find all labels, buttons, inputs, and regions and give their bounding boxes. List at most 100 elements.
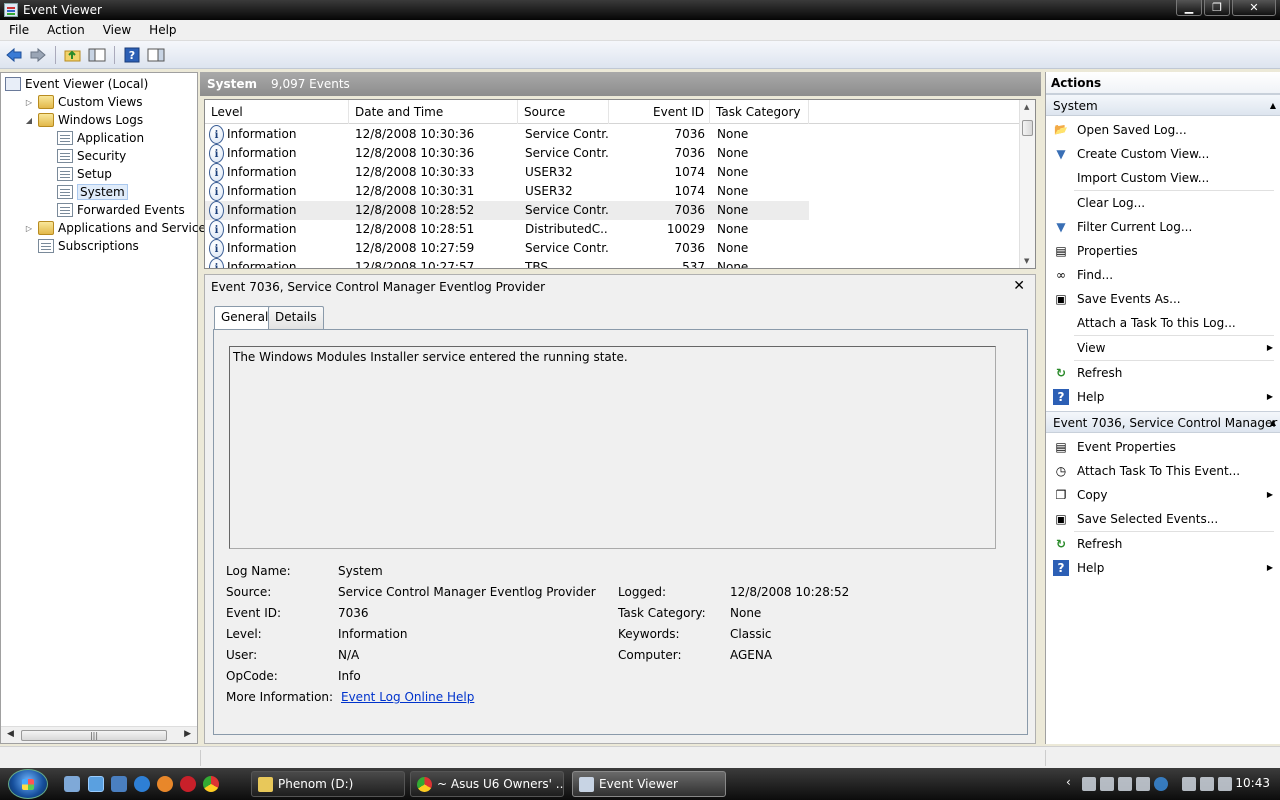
tree-item-system[interactable]: System <box>43 183 128 201</box>
action-find[interactable]: ∞ Find... <box>1046 263 1280 287</box>
tree-item-security[interactable]: Security <box>43 147 126 165</box>
event-row[interactable]: i Information 12/8/2008 10:27:57 TBS 537 None <box>205 258 809 269</box>
scrollbar-thumb[interactable]: ||| <box>21 730 167 741</box>
collapse-caret-icon[interactable]: ▲ <box>1270 95 1276 115</box>
actions-section-system[interactable]: System ▲ <box>1046 94 1280 116</box>
event-row[interactable]: i Information 12/8/2008 10:30:31 USER32 1074… <box>205 182 809 201</box>
tray-app-icon[interactable] <box>1082 777 1096 791</box>
action-filter-current-log[interactable]: ▼ Filter Current Log... <box>1046 215 1280 239</box>
column-date-time[interactable]: Date and Time <box>349 100 518 124</box>
tree-item-event-viewer-local[interactable]: Event Viewer (Local) <box>5 75 148 93</box>
forward-button[interactable] <box>28 45 48 65</box>
event-log-online-help-link[interactable]: Event Log Online Help <box>341 690 474 704</box>
help-button[interactable]: ? <box>122 45 142 65</box>
action-create-custom-view[interactable]: ▼ Create Custom View... <box>1046 142 1280 166</box>
event-cell-level: Information <box>227 260 297 269</box>
action-import-custom-view[interactable]: Import Custom View... <box>1046 166 1280 190</box>
opera-icon[interactable] <box>180 776 196 792</box>
action-event-properties[interactable]: ▤ Event Properties <box>1046 435 1280 459</box>
start-button[interactable] <box>8 769 48 799</box>
event-message[interactable]: The Windows Modules Installer service en… <box>229 346 996 549</box>
tray-app-icon[interactable] <box>1136 777 1150 791</box>
action-clear-log[interactable]: Clear Log... <box>1046 191 1280 215</box>
close-window-button[interactable]: ✕ <box>1232 0 1276 16</box>
minimize-button[interactable]: ▁ <box>1176 0 1202 16</box>
task-category-value: None <box>730 606 762 620</box>
action-view[interactable]: View ▶ <box>1046 336 1280 360</box>
taskbar-button-phenom-d[interactable]: Phenom (D:) <box>251 771 405 797</box>
event-list-vertical-scrollbar[interactable]: ▲ ▼ <box>1019 100 1035 268</box>
close-detail-icon[interactable]: ✕ <box>1013 278 1025 294</box>
scroll-left-icon[interactable]: ◀ <box>7 729 14 739</box>
scrollbar-thumb[interactable] <box>1022 120 1033 136</box>
action-save-events-as[interactable]: ▣ Save Events As... <box>1046 287 1280 311</box>
taskbar-button-asus-u6-owners[interactable]: ~ Asus U6 Owners' ... <box>410 771 564 797</box>
scroll-down-icon[interactable]: ▼ <box>1024 257 1029 265</box>
action-attach-a-task-to-this-log[interactable]: Attach a Task To this Log... <box>1046 311 1280 335</box>
clock[interactable]: 10:43 <box>1235 776 1270 790</box>
firefox-icon[interactable] <box>157 776 173 792</box>
collapse-caret-icon[interactable]: ▲ <box>1270 412 1276 432</box>
tray-volume-icon[interactable] <box>1218 777 1232 791</box>
event-row[interactable]: i Information 12/8/2008 10:30:33 USER32 1074… <box>205 163 809 182</box>
action-copy[interactable]: ❐ Copy ▶ <box>1046 483 1280 507</box>
tab-details[interactable]: Details <box>268 306 324 329</box>
event-cell-datetime: 12/8/2008 10:27:57 <box>355 260 475 269</box>
column-event-id[interactable]: Event ID <box>609 100 710 124</box>
menu-file[interactable]: File <box>0 23 38 37</box>
up-folder-button[interactable] <box>63 45 83 65</box>
actions-section-event[interactable]: Event 7036, Service Control Manager ... … <box>1046 411 1280 433</box>
back-button[interactable] <box>4 45 24 65</box>
action-save-selected-events[interactable]: ▣ Save Selected Events... <box>1046 507 1280 531</box>
action-refresh[interactable]: ↻ Refresh <box>1046 532 1280 556</box>
maximize-button[interactable]: ❐ <box>1204 0 1230 16</box>
menu-help[interactable]: Help <box>140 23 185 37</box>
action-help[interactable]: ? Help ▶ <box>1046 556 1280 580</box>
tray-app-icon[interactable] <box>1100 777 1114 791</box>
tree-item-applications-and-services-lo[interactable]: ▷ Applications and Services Lo <box>24 219 230 237</box>
action-attach-task-to-this-event[interactable]: ◷ Attach Task To This Event... <box>1046 459 1280 483</box>
bluetooth-icon[interactable] <box>1154 777 1168 791</box>
internet-explorer-icon[interactable] <box>134 776 150 792</box>
event-row[interactable]: i Information 12/8/2008 10:30:36 Service Co… <box>205 125 809 144</box>
action-open-saved-log[interactable]: 📂 Open Saved Log... <box>1046 118 1280 142</box>
tray-network-icon[interactable] <box>1200 777 1214 791</box>
action-label: Import Custom View... <box>1077 171 1210 185</box>
show-hide-tree-button[interactable] <box>87 45 107 65</box>
event-row[interactable]: i Information 12/8/2008 10:28:52 Service Co… <box>205 201 809 220</box>
level-label: Level: <box>226 627 262 641</box>
show-hide-action-pane-button[interactable] <box>146 45 166 65</box>
expander-icon[interactable]: ▷ <box>24 98 34 107</box>
tab-general[interactable]: General <box>214 306 276 329</box>
action-properties[interactable]: ▤ Properties <box>1046 239 1280 263</box>
menu-view[interactable]: View <box>94 23 140 37</box>
scroll-up-icon[interactable]: ▲ <box>1024 103 1029 111</box>
tray-app-icon[interactable] <box>1118 777 1132 791</box>
chrome-icon[interactable] <box>203 776 219 792</box>
switch-windows-icon[interactable] <box>88 776 104 792</box>
column-level[interactable]: Level <box>205 100 349 124</box>
column-task-category[interactable]: Task Category <box>710 100 809 124</box>
event-row[interactable]: i Information 12/8/2008 10:28:51 Distribute… <box>205 220 809 239</box>
show-desktop-icon[interactable] <box>64 776 80 792</box>
scroll-right-icon[interactable]: ▶ <box>184 729 191 739</box>
explorer-icon[interactable] <box>111 776 127 792</box>
tree-item-forwarded-events[interactable]: Forwarded Events <box>43 201 185 219</box>
action-help[interactable]: ? Help ▶ <box>1046 385 1280 409</box>
taskbar-button-event-viewer[interactable]: Event Viewer <box>572 771 726 797</box>
tray-expand-icon[interactable]: ‹ <box>1066 775 1071 789</box>
column-source[interactable]: Source <box>518 100 609 124</box>
expander-icon[interactable]: ◢ <box>24 116 34 125</box>
expander-icon[interactable]: ▷ <box>24 224 34 233</box>
tree-item-windows-logs[interactable]: ◢ Windows Logs <box>24 111 143 129</box>
tree-horizontal-scrollbar[interactable]: ◀ ||| ▶ <box>1 726 197 743</box>
tray-power-icon[interactable] <box>1182 777 1196 791</box>
tree-item-setup[interactable]: Setup <box>43 165 112 183</box>
menu-action[interactable]: Action <box>38 23 94 37</box>
tree-item-subscriptions[interactable]: Subscriptions <box>24 237 139 255</box>
event-row[interactable]: i Information 12/8/2008 10:30:36 Service Co… <box>205 144 809 163</box>
tree-item-application[interactable]: Application <box>43 129 144 147</box>
tree-item-custom-views[interactable]: ▷ Custom Views <box>24 93 143 111</box>
action-refresh[interactable]: ↻ Refresh <box>1046 361 1280 385</box>
event-row[interactable]: i Information 12/8/2008 10:27:59 Service Co… <box>205 239 809 258</box>
